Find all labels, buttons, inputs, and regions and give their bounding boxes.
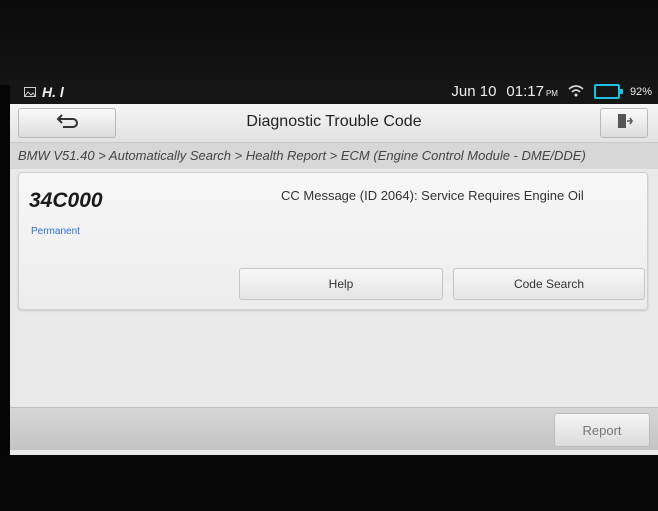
breadcrumb: BMW V51.40 > Automatically Search > Heal…: [10, 143, 658, 169]
exit-icon: [615, 112, 633, 135]
status-ampm: PM: [545, 89, 558, 98]
status-time: 01:17 PM: [506, 83, 558, 100]
battery-percent: 92%: [629, 85, 652, 98]
status-right: Jun 10 01:17 PM 92%: [451, 83, 652, 100]
dtc-status: Permanent: [31, 226, 80, 237]
device-bezel-bottom: [0, 455, 658, 511]
title-bar: Diagnostic Trouble Code: [10, 104, 658, 143]
image-icon: [24, 84, 36, 100]
page-title: Diagnostic Trouble Code: [246, 113, 422, 130]
status-bar: H. l Jun 10 01:17 PM 92%: [10, 80, 658, 104]
code-search-button[interactable]: Code Search: [453, 268, 645, 300]
status-date: Jun 10: [451, 83, 497, 100]
help-button[interactable]: Help: [239, 268, 443, 300]
device-screen: H. l Jun 10 01:17 PM 92% Diagnostic Troub…: [10, 80, 658, 455]
bottom-bar: Report: [10, 407, 658, 450]
dtc-description: CC Message (ID 2064): Service Requires E…: [281, 188, 584, 203]
dtc-card: 34C000 Permanent CC Message (ID 2064): S…: [18, 172, 648, 310]
battery-icon: [593, 84, 623, 99]
status-left: H. l: [24, 84, 64, 100]
wifi-icon: [568, 84, 584, 100]
status-left-text: H. l: [42, 84, 64, 100]
dtc-code: 34C000: [29, 189, 103, 212]
exit-button[interactable]: [600, 108, 648, 138]
report-button[interactable]: Report: [554, 413, 650, 447]
status-time-value: 01:17: [506, 83, 544, 100]
device-bezel-top: [0, 0, 658, 85]
